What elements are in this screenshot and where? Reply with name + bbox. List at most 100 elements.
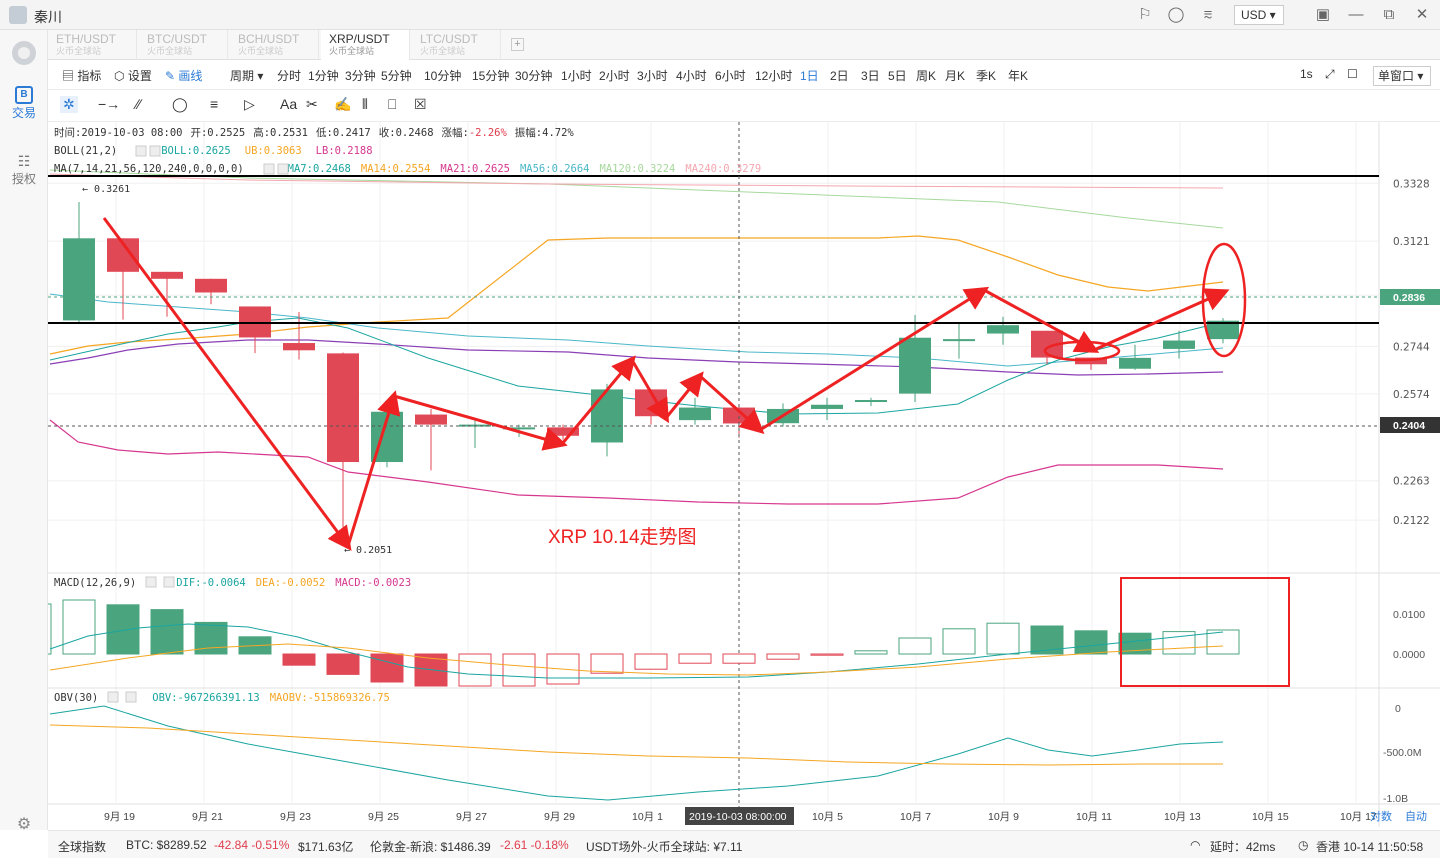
text-icon[interactable]: Aa [280, 96, 297, 112]
gear-icon: ⬡ [114, 69, 125, 83]
ma-close-icon[interactable] [277, 163, 289, 175]
obv-info: OBV(30) OBV:-967266391.13 MAOBV:-515869326… [54, 692, 390, 704]
macd-info: MACD(12,26,9) DIF:-0.0064 DEA:-0.0052 MACD:… [54, 577, 411, 589]
ma-settings-icon[interactable] [263, 163, 275, 175]
indicator-icon: ▤ [62, 69, 75, 83]
circle-icon[interactable]: ◯ [172, 96, 188, 113]
screenshot-icon[interactable]: ☐ [1347, 67, 1358, 81]
boll-lower-line [49, 419, 1224, 505]
obv-settings-icon[interactable] [107, 691, 119, 703]
period-option[interactable]: 周K [916, 67, 936, 84]
boll-settings-icon[interactable] [135, 145, 147, 157]
horizontal-line-icon[interactable]: −→ [98, 96, 120, 112]
window-mode-value: 单窗口 [1378, 69, 1415, 83]
macd-bar [326, 653, 360, 675]
pattern-icon[interactable]: ▷ [244, 96, 255, 113]
info-low: 低:0.2417 [316, 126, 371, 139]
obv-label: OBV(30) [54, 692, 98, 704]
window-mode-select[interactable]: 单窗口 ▾ [1373, 66, 1431, 86]
restore-icon[interactable]: ⧉ [1380, 6, 1398, 24]
period-option[interactable]: 15分钟 [472, 67, 509, 84]
period-option[interactable]: 3分钟 [345, 67, 376, 84]
tab-btc-usdt[interactable]: BTC/USDT 火币全球站 [139, 30, 228, 60]
settings-gear-icon[interactable]: ⚙ [0, 814, 48, 834]
indicator-button[interactable]: ▤ 指标 [62, 67, 101, 84]
tab-market: 火币全球站 [147, 46, 193, 56]
boll-close-icon[interactable] [149, 145, 161, 157]
candle-body [811, 404, 843, 409]
tab-market: 火币全球站 [56, 46, 102, 56]
ma240-value: MA240:0.3279 [685, 163, 761, 175]
settings-button[interactable]: ⬡ 设置 [114, 67, 152, 84]
ma21-value: MA21:0.2625 [440, 163, 510, 175]
period-option[interactable]: 2小时 [599, 67, 630, 84]
candle-body [1119, 357, 1151, 369]
period-option[interactable]: 30分钟 [515, 67, 552, 84]
period-dropdown[interactable]: 周期 ▾ [230, 67, 263, 84]
period-option[interactable]: 6小时 [715, 67, 746, 84]
macd-tick: 0.0000 [1393, 649, 1425, 661]
wifi-icon: ◠ [1190, 838, 1201, 852]
macd-bar [106, 604, 140, 655]
period-option[interactable]: 季K [976, 67, 996, 84]
macd-close-icon[interactable] [163, 576, 175, 588]
sidebar: B 交易 ☷ 授权 ⚙ [0, 30, 48, 833]
draw-button[interactable]: ✎ 画线 [165, 67, 202, 84]
trend-line-icon[interactable]: ∕∕ [136, 96, 141, 112]
obv-tick: -500.0M [1383, 747, 1422, 759]
period-option[interactable]: 月K [945, 67, 965, 84]
period-option[interactable]: 1日 [800, 67, 819, 84]
measure-icon[interactable]: ✂ [306, 96, 318, 113]
close-icon[interactable]: ✕ [1413, 6, 1431, 24]
macd-bar [590, 653, 624, 674]
sidebar-item-exchange[interactable]: B 交易 [0, 86, 48, 121]
tab-eth-usdt[interactable]: ETH/USDT 火币全球站 [48, 30, 137, 60]
macd-bar [986, 622, 1020, 655]
period-option[interactable]: 4小时 [676, 67, 707, 84]
refresh-interval[interactable]: 1s [1300, 67, 1313, 81]
obv-close-icon[interactable] [125, 691, 137, 703]
period-option[interactable]: 分时 [277, 67, 301, 84]
shirt-icon[interactable]: ⩳ [1199, 6, 1217, 24]
time-tick: 10月 15 [1252, 811, 1289, 823]
magnet-icon[interactable]: ⫴ [362, 96, 368, 113]
ma120-value: MA120:0.3224 [600, 163, 676, 175]
sidebar-item-auth[interactable]: ☷ 授权 [0, 152, 48, 187]
bell-icon[interactable]: ⚐ [1136, 6, 1154, 24]
btc-price: BTC: $8289.52 [126, 838, 207, 852]
macd-settings-icon[interactable] [145, 576, 157, 588]
period-option[interactable]: 1分钟 [308, 67, 339, 84]
crosshair-icon[interactable]: ✲ [60, 96, 78, 113]
currency-select[interactable]: USD ▾ [1234, 5, 1284, 25]
period-option[interactable]: 5分钟 [381, 67, 412, 84]
lock-icon[interactable]: ⎕ [388, 96, 396, 113]
period-option[interactable]: 5日 [888, 67, 907, 84]
avatar[interactable] [9, 6, 27, 24]
macd-bar [62, 599, 96, 655]
period-option[interactable]: 年K [1008, 67, 1028, 84]
trash-icon[interactable]: ☒ [414, 96, 427, 113]
global-index-button[interactable]: 全球指数 [58, 838, 106, 855]
period-option[interactable]: 10分钟 [424, 67, 461, 84]
annotation-title: XRP 10.14走势图 [548, 526, 697, 548]
log-scale-toggle[interactable]: 对数 [1370, 809, 1392, 823]
fullscreen-icon[interactable]: ⤢ [1325, 67, 1335, 82]
period-option[interactable]: 2日 [830, 67, 849, 84]
auto-scale-toggle[interactable]: 自动 [1405, 810, 1427, 823]
add-tab-button[interactable]: + [511, 38, 524, 51]
tab-market: 火币全球站 [238, 46, 284, 56]
search-icon[interactable]: ◯ [1167, 6, 1185, 24]
period-option[interactable]: 3小时 [637, 67, 668, 84]
brush-icon[interactable]: ✍ [334, 96, 351, 113]
sidebar-toggle-icon[interactable]: ▣ [1314, 6, 1332, 24]
period-option[interactable]: 1小时 [561, 67, 592, 84]
kline-chart[interactable]: 时间:2019-10-03 08:00 开:0.2525 高:0.2531 低:0.2… [48, 122, 1440, 827]
minimize-icon[interactable]: — [1347, 6, 1365, 24]
tab-xrp-usdt[interactable]: XRP/USDT 火币全球站 [321, 30, 410, 60]
period-option[interactable]: 3日 [861, 67, 880, 84]
time-tick: 10月 5 [812, 811, 843, 823]
period-option[interactable]: 12小时 [755, 67, 792, 84]
tab-bch-usdt[interactable]: BCH/USDT 火币全球站 [230, 30, 319, 60]
fibonacci-icon[interactable]: ≡ [210, 96, 218, 112]
tab-ltc-usdt[interactable]: LTC/USDT 火币全球站 [412, 30, 501, 60]
